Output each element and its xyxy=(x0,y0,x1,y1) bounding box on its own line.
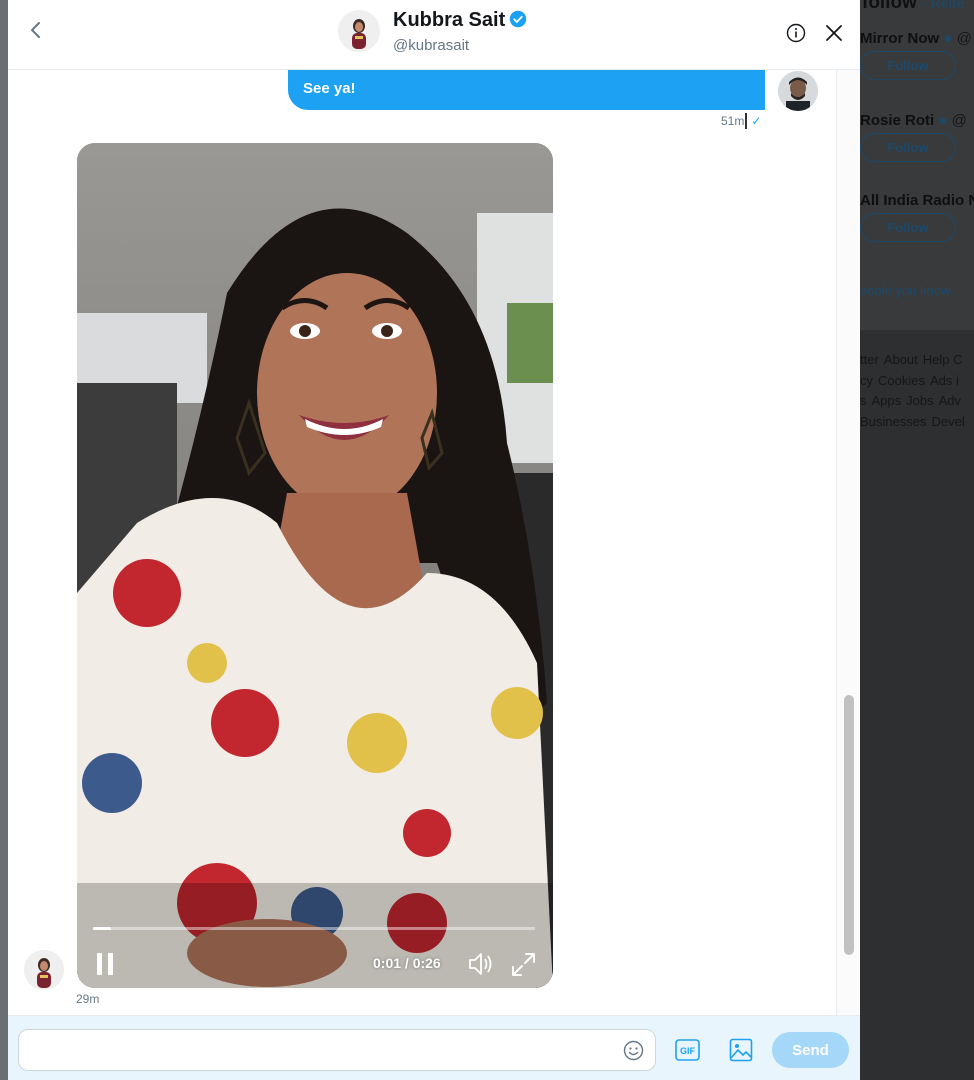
avatar[interactable] xyxy=(24,950,64,990)
svg-text:GIF: GIF xyxy=(680,1046,696,1056)
video-progress-bar[interactable] xyxy=(93,927,535,930)
video-timestamp: 0:01 / 0:26 xyxy=(373,955,441,971)
video-message[interactable]: 0:01 / 0:26 xyxy=(77,143,553,988)
message-input[interactable] xyxy=(18,1029,656,1071)
message-list[interactable]: See ya! 51m ✓ 0:01 / 0:26 29m xyxy=(8,70,836,1015)
wtf-item: Rosie Roti ● @ Follow xyxy=(860,112,974,162)
who-to-follow-panel: follow · Refre Mirror Now ● @ Follow Ros… xyxy=(860,0,974,330)
gif-icon[interactable]: GIF xyxy=(675,1039,700,1061)
conversation-title[interactable]: Kubbra Sait xyxy=(393,9,527,32)
conversation-handle: @kubrasait xyxy=(393,37,470,54)
received-message-timestamp: 29m xyxy=(76,992,100,1006)
find-people-link[interactable]: eople you know xyxy=(860,283,950,298)
info-icon[interactable] xyxy=(786,23,806,43)
wtf-item: Mirror Now ● @ Follow xyxy=(860,30,974,80)
pause-icon[interactable] xyxy=(95,952,115,976)
avatar[interactable] xyxy=(338,10,380,52)
background-left-strip xyxy=(0,0,8,1080)
dm-conversation-modal: Kubbra Sait @kubrasait See ya! 51m ✓ 0:0… xyxy=(8,0,860,1080)
emoji-icon[interactable] xyxy=(623,1040,644,1061)
message-composer: GIF Send xyxy=(8,1015,860,1080)
image-icon[interactable] xyxy=(729,1038,753,1062)
video-frame xyxy=(77,143,553,988)
conversation-header: Kubbra Sait @kubrasait xyxy=(8,0,860,70)
avatar[interactable] xyxy=(778,71,818,111)
send-button[interactable]: Send xyxy=(772,1032,849,1068)
follow-button[interactable]: Follow xyxy=(860,133,956,162)
verified-badge-icon xyxy=(510,10,527,28)
fullscreen-icon[interactable] xyxy=(511,952,536,977)
sent-message-bubble[interactable]: See ya! xyxy=(288,70,765,110)
volume-icon[interactable] xyxy=(467,951,495,977)
sent-message-timestamp: 51m ✓ xyxy=(721,113,762,129)
wtf-item: All India Radio N Follow xyxy=(860,192,974,242)
footer-links: tter About Help C cy Cookies Ads i s Apps Jobs… xyxy=(860,352,965,429)
background-sidebar: follow · Refre Mirror Now ● @ Follow Ros… xyxy=(860,0,974,1080)
who-to-follow-heading: follow · Refre xyxy=(862,0,965,13)
scrollbar-thumb[interactable] xyxy=(844,695,854,955)
close-icon[interactable] xyxy=(824,23,844,43)
follow-button[interactable]: Follow xyxy=(860,213,956,242)
video-progress-fill xyxy=(93,927,111,930)
back-arrow-icon[interactable] xyxy=(24,18,48,42)
scrollbar[interactable] xyxy=(836,70,860,1015)
follow-button[interactable]: Follow xyxy=(860,51,956,80)
